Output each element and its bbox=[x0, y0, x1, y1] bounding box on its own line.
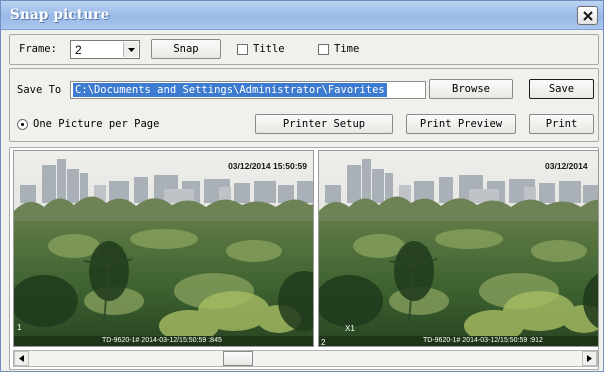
arrow-left-icon bbox=[19, 355, 24, 362]
picture-index: 1 bbox=[17, 323, 22, 332]
browse-button[interactable]: Browse bbox=[429, 79, 513, 99]
frame-options-panel: Frame: 2 Snap Title Time bbox=[9, 34, 599, 65]
zoom-indicator: X1 bbox=[345, 324, 355, 333]
picture-frame-2[interactable]: 03/12/2014 X1 2 TD-9620-1# 2014-03-12/15… bbox=[318, 150, 599, 347]
camera-snapshot-image bbox=[319, 151, 598, 346]
time-checkbox[interactable] bbox=[318, 44, 329, 55]
save-path-input[interactable]: C:\Documents and Settings\Administrator\… bbox=[70, 81, 426, 99]
time-checkbox-label: Time bbox=[334, 43, 360, 55]
frame-select-value: 2 bbox=[75, 43, 82, 57]
printer-setup-button[interactable]: Printer Setup bbox=[255, 114, 393, 134]
title-checkbox[interactable] bbox=[237, 44, 248, 55]
snap-picture-dialog: Snap picture Frame: 2 Snap Title Time Sa… bbox=[0, 0, 604, 372]
close-icon bbox=[582, 10, 593, 21]
title-bar[interactable]: Snap picture bbox=[1, 1, 603, 30]
print-button[interactable]: Print bbox=[529, 114, 594, 134]
print-preview-button[interactable]: Print Preview bbox=[406, 114, 516, 134]
camera-snapshot-image bbox=[14, 151, 313, 346]
window-title: Snap picture bbox=[10, 7, 110, 23]
picture-timestamp: 03/12/2014 15:50:59 bbox=[228, 161, 307, 171]
scrollbar-thumb[interactable] bbox=[222, 351, 253, 366]
snap-button[interactable]: Snap bbox=[151, 39, 221, 59]
close-button[interactable] bbox=[577, 6, 598, 25]
picture-preview-panel: 03/12/2014 15:50:59 1 TD-9620-1# 2014-03… bbox=[9, 147, 599, 370]
picture-index: 2 bbox=[321, 338, 326, 347]
arrow-right-icon bbox=[587, 355, 592, 362]
picture-frame-1[interactable]: 03/12/2014 15:50:59 1 TD-9620-1# 2014-03… bbox=[13, 150, 314, 347]
frame-select-dropdown-button[interactable] bbox=[123, 42, 138, 57]
save-button[interactable]: Save bbox=[529, 79, 594, 99]
scroll-left-button[interactable] bbox=[14, 351, 29, 366]
title-checkbox-label: Title bbox=[253, 43, 285, 55]
save-path-value: C:\Documents and Settings\Administrator\… bbox=[73, 83, 387, 97]
picture-osd-text: TD-9620-1# 2014-03-12/15:50:59 :912 bbox=[423, 337, 543, 344]
save-print-panel: Save To C:\Documents and Settings\Admini… bbox=[9, 68, 599, 142]
frame-select[interactable]: 2 bbox=[70, 40, 140, 59]
horizontal-scrollbar[interactable] bbox=[13, 350, 598, 367]
chevron-down-icon bbox=[127, 47, 135, 52]
save-to-label: Save To bbox=[17, 84, 62, 96]
picture-timestamp: 03/12/2014 bbox=[545, 161, 588, 171]
picture-osd-text: TD-9620-1# 2014-03-12/15:50:59 :845 bbox=[102, 337, 222, 344]
one-picture-per-page-radio[interactable] bbox=[17, 119, 28, 130]
frame-label: Frame: bbox=[19, 43, 57, 55]
one-picture-per-page-label: One Picture per Page bbox=[33, 118, 160, 130]
scroll-right-button[interactable] bbox=[582, 351, 597, 366]
